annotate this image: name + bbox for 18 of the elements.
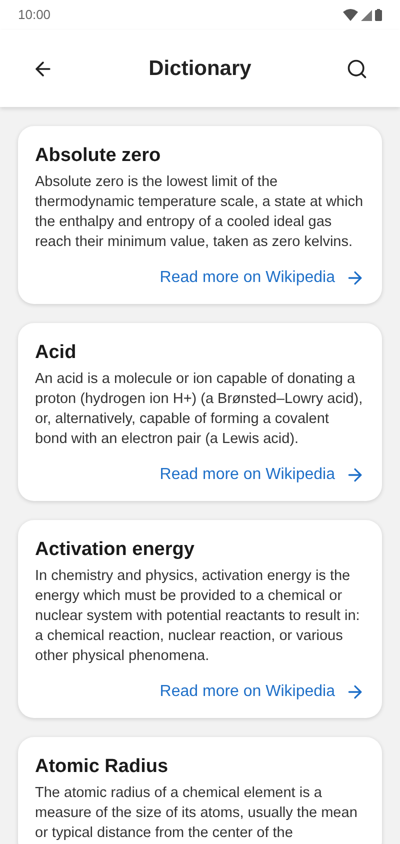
search-icon <box>346 58 368 80</box>
entry-title: Atomic Radius <box>35 755 170 779</box>
entry-definition: The atomic radius of a chemical element is a measure of the size of its atoms, usually the mean or typical distance from the center of the <box>35 784 358 843</box>
entry-definition: Absolute zero is the lowest limit of the thermodynamic temperature scale, a state at which the enthalpy and entropy of a cooled ideal gas reach their minimum value, taken as zero kelvins. <box>35 173 364 252</box>
entry-title: Acid <box>35 341 78 365</box>
wifi-icon <box>343 9 358 21</box>
signal-icon <box>361 10 372 20</box>
entry-definition: An acid is a molecule or ion capable of donating a proton (hydrogen ion H+) (a Brønsted–Lowry acid), or, alternatively, capable of forming a covalent bond with an electron pair (a Lewis acid). <box>35 370 364 449</box>
wikipedia-link[interactable]: Read more on Wikipedia <box>160 266 365 290</box>
entry-title: Activation energy <box>35 538 196 562</box>
entry-definition: In chemistry and physics, activation energy is the energy which must be provided to a chemical or nuclear system with potential reactants to result in: a chemical reaction, nuclear reaction, or various other physical phenomena. <box>35 567 361 666</box>
search-button[interactable] <box>346 58 368 80</box>
entry-title: Absolute zero <box>35 144 162 168</box>
battery-icon <box>375 9 382 21</box>
wikipedia-link[interactable]: Read more on Wikipedia <box>160 463 365 487</box>
status-time: 10:00 <box>18 6 51 24</box>
screen-title: Dictionary <box>148 56 252 82</box>
wikipedia-link[interactable]: Read more on Wikipedia <box>160 680 365 704</box>
